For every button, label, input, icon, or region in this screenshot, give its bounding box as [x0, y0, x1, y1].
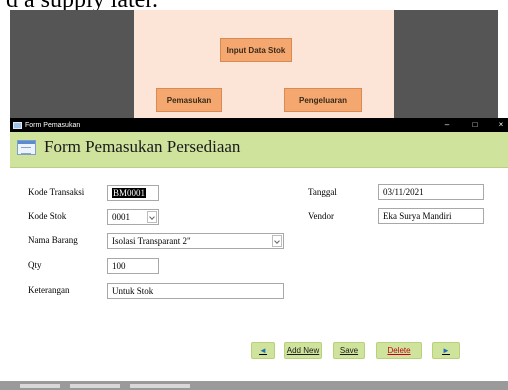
form-pemasukan: Form Pemasukan Persediaan Kode Transaksi… — [10, 132, 508, 381]
kode-stok-value: 0001 — [112, 212, 130, 222]
qty-label: Qty — [28, 260, 42, 270]
add-new-button[interactable]: Add New — [284, 342, 322, 359]
nama-barang-value: Isolasi Transparant 2" — [112, 236, 191, 246]
vendor-label: Vendor — [308, 211, 334, 221]
kode-transaksi-label: Kode Transaksi — [28, 187, 85, 197]
vendor-input[interactable]: Eka Surya Mandiri — [378, 208, 484, 224]
arrow-left-icon: ◄ — [259, 346, 267, 355]
keterangan-input[interactable]: Untuk Stok — [107, 283, 284, 299]
taskbar-item — [70, 384, 120, 388]
next-record-button[interactable]: ► — [432, 342, 460, 359]
taskbar-item — [20, 384, 60, 388]
taskbar-item — [130, 384, 190, 388]
nama-barang-label: Nama Barang — [28, 235, 78, 245]
tanggal-label: Tanggal — [308, 187, 337, 197]
kode-transaksi-value: BM0001 — [112, 188, 147, 198]
close-button[interactable]: × — [495, 119, 507, 131]
prev-record-button[interactable]: ◄ — [251, 342, 275, 359]
maximize-button[interactable]: □ — [469, 119, 481, 131]
qty-input[interactable]: 100 — [107, 258, 159, 274]
arrow-right-icon: ► — [442, 346, 450, 355]
pemasukan-node: Pemasukan — [156, 88, 222, 112]
tanggal-input[interactable]: 03/11/2021 — [378, 184, 484, 200]
form-header: Form Pemasukan Persediaan — [10, 132, 508, 168]
minimize-button[interactable]: – — [441, 119, 453, 131]
chevron-down-icon[interactable] — [272, 235, 282, 247]
nama-barang-combo[interactable]: Isolasi Transparant 2" — [107, 233, 284, 249]
form-app-icon — [13, 121, 22, 129]
kode-stok-label: Kode Stok — [28, 211, 67, 221]
delete-button[interactable]: Delete — [376, 342, 422, 359]
window-titlebar: Form Pemasukan – □ × — [10, 118, 508, 132]
keterangan-label: Keterangan — [28, 285, 70, 295]
taskbar-strip — [0, 381, 508, 390]
save-button[interactable]: Save — [333, 342, 365, 359]
form-header-title: Form Pemasukan Persediaan — [44, 137, 241, 156]
form-icon — [17, 140, 36, 155]
chevron-down-icon[interactable] — [147, 211, 157, 223]
window-title: Form Pemasukan — [25, 121, 81, 129]
pengeluaran-node: Pengeluaran — [284, 88, 362, 112]
input-data-stok-node: Input Data Stok — [220, 38, 292, 62]
kode-stok-combo[interactable]: 0001 — [107, 209, 159, 225]
kode-transaksi-input[interactable]: BM0001 — [107, 185, 159, 201]
